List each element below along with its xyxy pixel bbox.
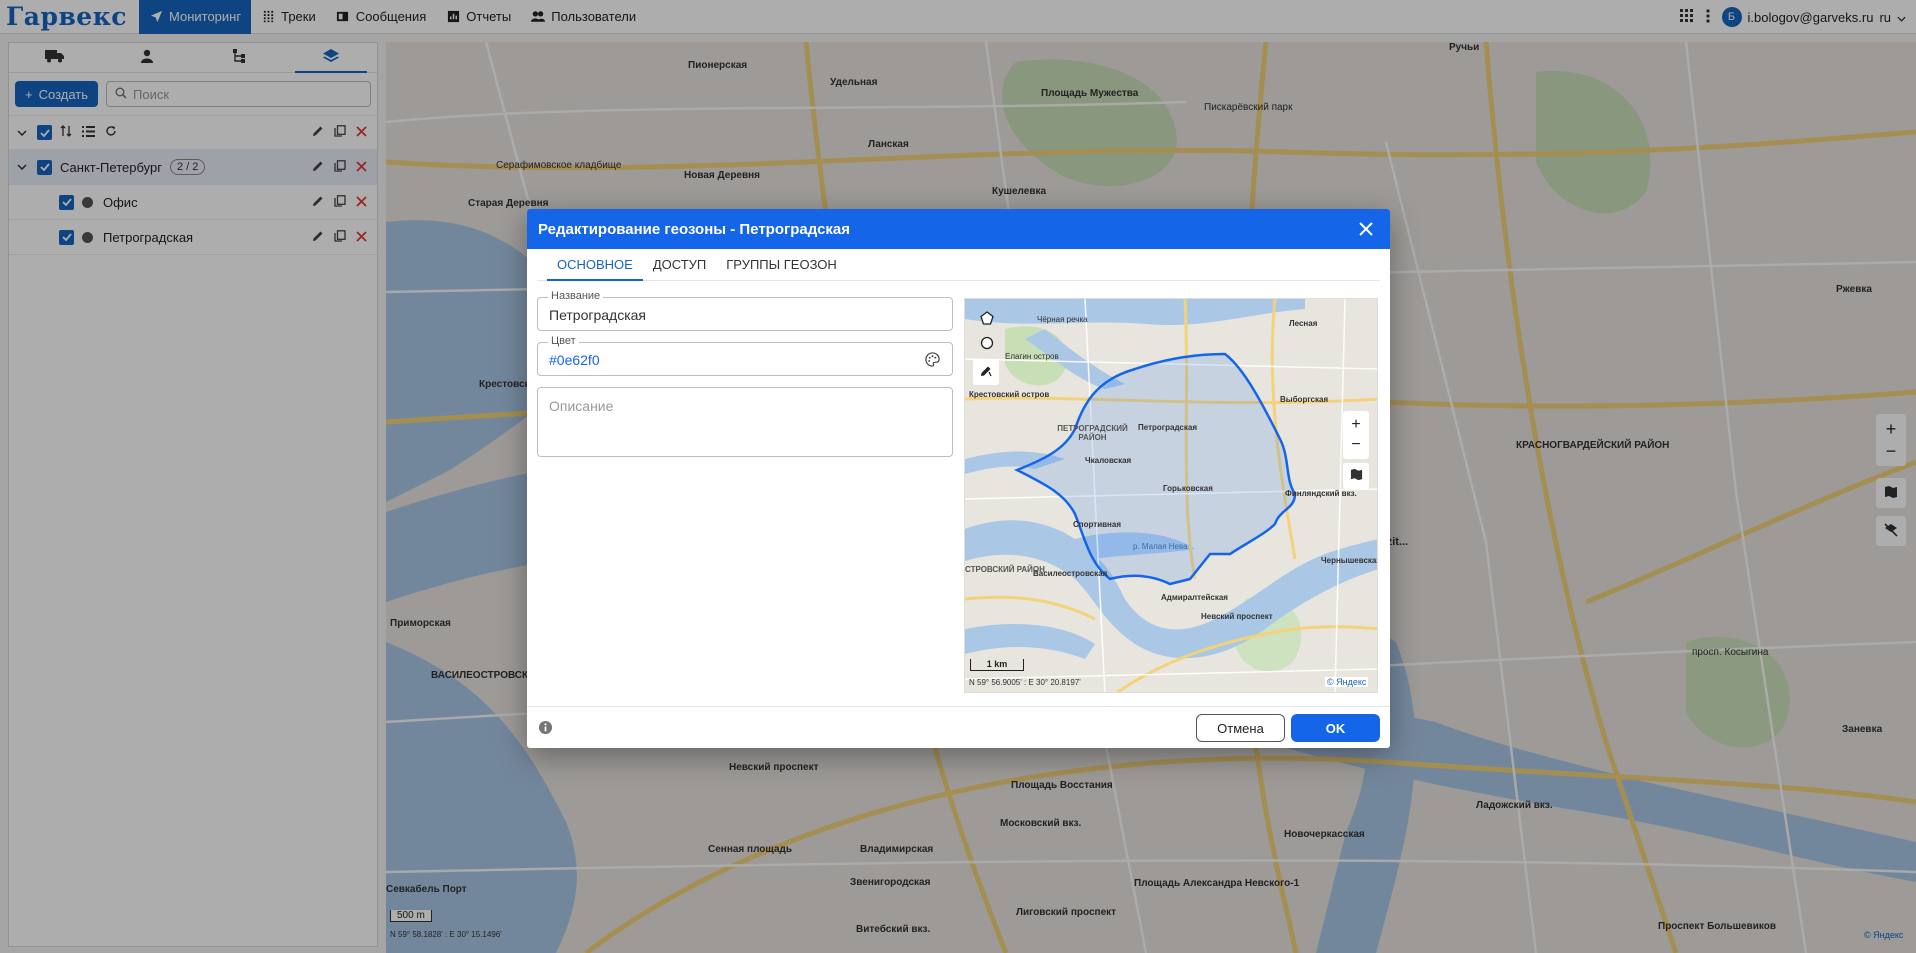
tab-access[interactable]: ДОСТУП: [643, 249, 716, 280]
description-placeholder: Описание: [549, 398, 614, 414]
map-label: Елагин остров: [1005, 352, 1059, 361]
zoom-out-button[interactable]: −: [1351, 435, 1360, 455]
geozone-map[interactable]: Чёрная речка Елагин остров Крестовский о…: [964, 298, 1378, 693]
dialog-tabs: ОСНОВНОЕ ДОСТУП ГРУППЫ ГЕОЗОН: [537, 249, 1380, 281]
map-label: Чернышевская: [1321, 556, 1378, 565]
edit-shape-button[interactable]: [973, 359, 999, 385]
close-icon[interactable]: [1356, 219, 1376, 239]
dialog-map-layers-button[interactable]: [1343, 463, 1369, 489]
map-label: Спортивная: [1073, 520, 1121, 529]
map-icon: [1350, 468, 1363, 484]
map-label: Выборгская: [1280, 395, 1329, 404]
dialog-header: Редактирование геозоны - Петроградская: [527, 209, 1390, 249]
tab-geozone-groups[interactable]: ГРУППЫ ГЕОЗОН: [716, 249, 847, 280]
map-label: Чкаловская: [1085, 456, 1132, 465]
map-label: Финляндский вкз.: [1285, 489, 1357, 498]
map-label: Невский проспект: [1201, 612, 1273, 621]
color-field-value: #0e62f0: [549, 352, 600, 368]
info-icon[interactable]: [538, 720, 553, 738]
map-label: Адмиралтейская: [1161, 593, 1228, 602]
circle-icon[interactable]: [980, 336, 994, 353]
color-field[interactable]: Цвет #0e62f0: [537, 335, 953, 376]
name-field[interactable]: Название Петроградская: [537, 290, 953, 331]
name-field-label: Название: [548, 290, 604, 302]
palette-icon[interactable]: [925, 352, 940, 370]
map-label: ПЕТРОГРАДСКИЙ РАЙОН: [1057, 424, 1128, 442]
ok-button[interactable]: OK: [1291, 714, 1380, 742]
polygon-icon[interactable]: [980, 311, 994, 328]
description-field[interactable]: Описание: [537, 387, 953, 457]
scale-bar: 1 km: [970, 659, 1024, 671]
map-label: СТРОВСКИЙ РАЙОН: [965, 565, 1045, 574]
dialog-footer: Отмена OK: [527, 706, 1390, 748]
map-copyright[interactable]: © Яндекс: [1325, 677, 1369, 687]
dialog-title: Редактирование геозоны - Петроградская: [538, 220, 851, 238]
tab-main[interactable]: ОСНОВНОЕ: [547, 249, 643, 281]
map-label: Чёрная речка: [1037, 315, 1088, 324]
map-label: Петроградская: [1138, 423, 1197, 432]
zoom-in-button[interactable]: +: [1351, 415, 1360, 435]
map-coords: N 59° 56.9005' : E 30° 20.8197': [969, 678, 1081, 687]
cancel-button[interactable]: Отмена: [1196, 714, 1285, 742]
map-label: Лесная: [1289, 319, 1318, 328]
map-label: Горьковская: [1163, 484, 1213, 493]
edit-geozone-dialog: Редактирование геозоны - Петроградская О…: [527, 209, 1390, 748]
map-label: р. Малая Нева: [1133, 542, 1188, 551]
color-field-label: Цвет: [548, 335, 579, 347]
name-field-value: Петроградская: [549, 307, 647, 323]
dialog-map-zoom: + −: [1343, 411, 1369, 459]
pen-edit-icon: [979, 364, 993, 381]
